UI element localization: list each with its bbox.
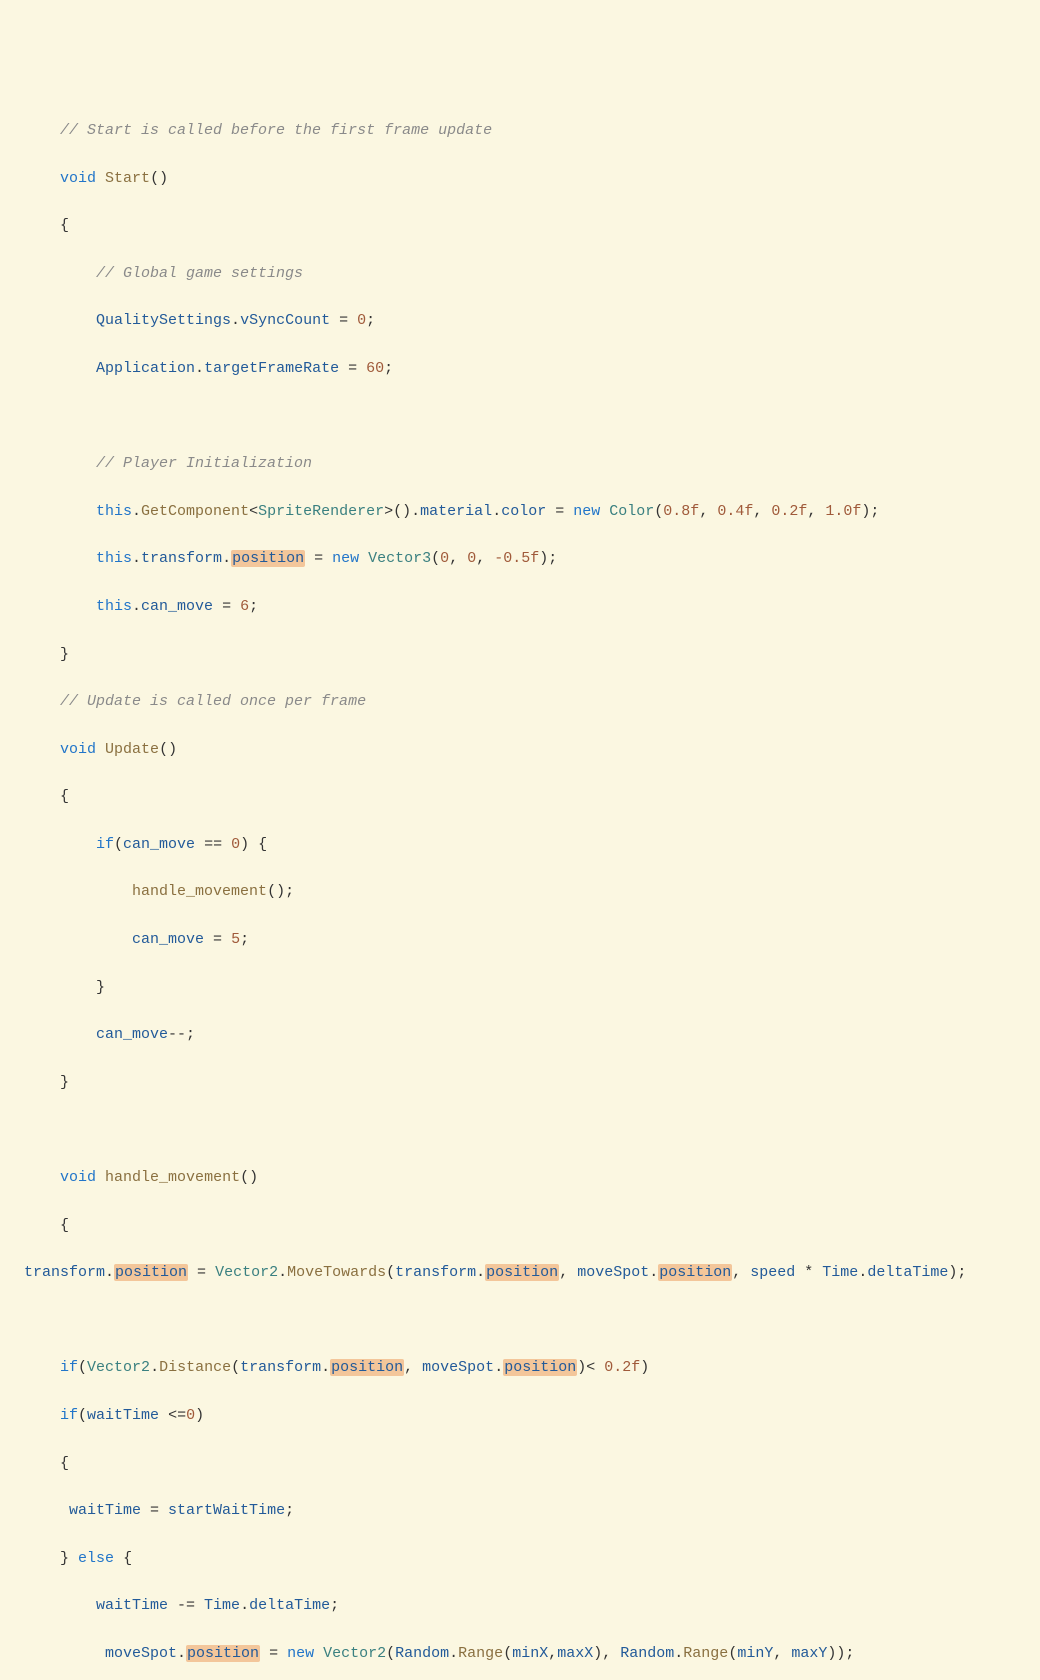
code-line — [24, 1309, 1040, 1333]
code-line: can_move = 5; — [24, 928, 1040, 952]
code-line: { — [24, 214, 1040, 238]
code-line: this.transform.position = new Vector3(0,… — [24, 547, 1040, 571]
code-line: // Global game settings — [24, 262, 1040, 286]
highlighted-text: position — [330, 1359, 404, 1376]
code-line: this.GetComponent<SpriteRenderer>().mate… — [24, 500, 1040, 524]
code-line: Application.targetFrameRate = 60; — [24, 357, 1040, 381]
code-line: transform.position = Vector2.MoveTowards… — [24, 1261, 1040, 1285]
code-line: can_move--; — [24, 1023, 1040, 1047]
code-line: if(Vector2.Distance(transform.position, … — [24, 1356, 1040, 1380]
code-line: void Start() — [24, 167, 1040, 191]
code-line: { — [24, 785, 1040, 809]
code-line: handle_movement(); — [24, 880, 1040, 904]
code-line: } — [24, 976, 1040, 1000]
code-line: moveSpot.position = new Vector2(Random.R… — [24, 1642, 1040, 1666]
highlighted-text: position — [658, 1264, 732, 1281]
code-line: // Start is called before the first fram… — [24, 119, 1040, 143]
code-line: void handle_movement() — [24, 1166, 1040, 1190]
code-line: } else { — [24, 1547, 1040, 1571]
code-line: void Update() — [24, 738, 1040, 762]
highlighted-text: position — [503, 1359, 577, 1376]
code-line: waitTime = startWaitTime; — [24, 1499, 1040, 1523]
code-line — [24, 1118, 1040, 1142]
highlighted-text: position — [186, 1645, 260, 1662]
highlighted-text: position — [485, 1264, 559, 1281]
code-line: { — [24, 1214, 1040, 1238]
code-line: { — [24, 1452, 1040, 1476]
code-line: // Update is called once per frame — [24, 690, 1040, 714]
code-line: } — [24, 1071, 1040, 1095]
code-editor[interactable]: // Start is called before the first fram… — [0, 95, 1040, 1680]
code-line — [24, 405, 1040, 429]
code-line: } — [24, 643, 1040, 667]
highlighted-text: position — [231, 550, 305, 567]
highlighted-text: position — [114, 1264, 188, 1281]
code-line: if(waitTime <=0) — [24, 1404, 1040, 1428]
code-line: waitTime -= Time.deltaTime; — [24, 1594, 1040, 1618]
code-line: QualitySettings.vSyncCount = 0; — [24, 309, 1040, 333]
code-line: this.can_move = 6; — [24, 595, 1040, 619]
code-line: if(can_move == 0) { — [24, 833, 1040, 857]
code-line: // Player Initialization — [24, 452, 1040, 476]
